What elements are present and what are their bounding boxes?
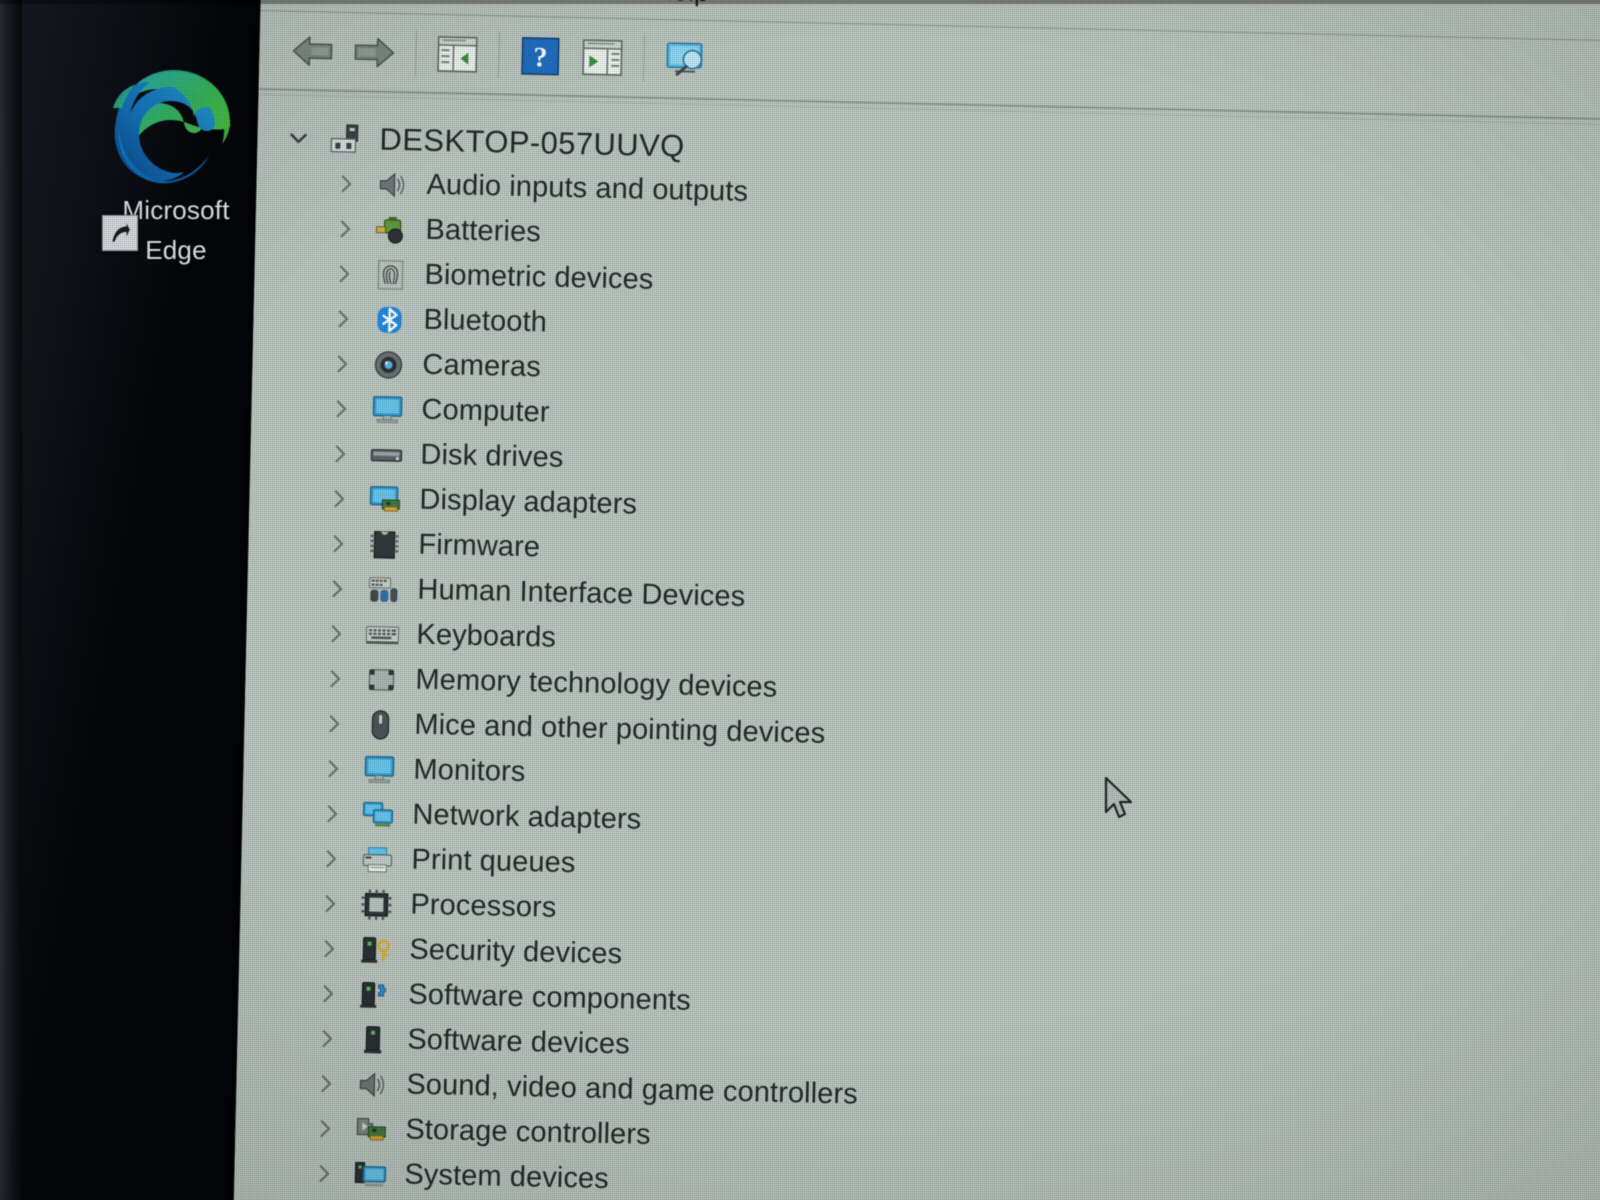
chevron-right-icon[interactable] — [320, 618, 351, 649]
disk-drive-icon — [366, 437, 407, 472]
chevron-right-icon[interactable] — [318, 708, 349, 739]
chevron-right-icon[interactable] — [315, 843, 346, 874]
chevron-right-icon[interactable] — [319, 663, 350, 694]
camera-icon — [368, 347, 409, 382]
forward-button[interactable] — [343, 21, 406, 84]
mouse-icon — [360, 707, 401, 742]
fingerprint-icon — [370, 257, 411, 292]
chevron-right-icon[interactable] — [308, 1158, 339, 1189]
tree-item-label: Computer — [421, 393, 550, 429]
back-button[interactable] — [281, 19, 344, 82]
tree-item-label: Network adapters — [412, 798, 642, 836]
monitor-icon — [367, 392, 408, 427]
computer-tower-icon — [325, 121, 366, 156]
toolbar-separator — [497, 32, 500, 79]
chevron-right-icon[interactable] — [311, 1023, 342, 1054]
tree-item-label: Processors — [410, 888, 557, 924]
storage-controller-icon — [351, 1112, 392, 1147]
chevron-right-icon[interactable] — [329, 213, 360, 244]
monitor-bezel — [0, 0, 22, 1200]
network-adapter-icon — [358, 797, 399, 832]
chevron-right-icon[interactable] — [312, 978, 343, 1009]
speaker-icon — [372, 167, 413, 202]
tree-item-label: Print queues — [411, 843, 576, 880]
chevron-right-icon[interactable] — [314, 888, 345, 919]
chevron-right-icon[interactable] — [316, 798, 347, 829]
tree-item-label: Batteries — [425, 213, 542, 249]
show-hide-console-tree-button[interactable] — [426, 23, 489, 86]
desktop-shortcut-microsoft-edge[interactable]: Microsoft Edge — [96, 62, 256, 271]
tree-item-label: Software devices — [407, 1023, 631, 1061]
scan-hardware-changes-button[interactable] — [654, 28, 717, 91]
tree-item-label: Audio inputs and outputs — [426, 168, 749, 208]
device-tree[interactable]: DESKTOP-057UUVQ Audio inputs and outputs — [232, 97, 1600, 1200]
tree-item-label: Keyboards — [416, 618, 557, 654]
chevron-right-icon[interactable] — [325, 393, 356, 424]
tree-item-label: Software components — [408, 978, 692, 1017]
chevron-right-icon[interactable] — [323, 483, 354, 514]
tree-item-label: Disk drives — [420, 438, 564, 474]
tree-item-label: Bluetooth — [423, 303, 548, 339]
chevron-right-icon[interactable] — [313, 933, 344, 964]
shortcut-arrow-icon — [102, 214, 138, 251]
memory-card-icon — [361, 662, 402, 697]
chevron-right-icon[interactable] — [322, 528, 353, 559]
tree-item-label: Memory technology devices — [415, 663, 778, 704]
software-device-icon — [353, 1022, 394, 1057]
chevron-right-icon[interactable] — [327, 303, 358, 334]
software-component-icon — [354, 977, 395, 1012]
edge-logo-icon — [112, 62, 240, 190]
chevron-right-icon[interactable] — [326, 348, 357, 379]
tree-item-label: System devices — [404, 1158, 610, 1196]
speaker-icon — [352, 1067, 393, 1102]
tree-item-label: Biometric devices — [424, 258, 654, 296]
tree-item-label: Firmware — [418, 528, 541, 564]
svg-text:?: ? — [533, 42, 548, 73]
printer-icon — [357, 842, 398, 877]
keyboard-icon — [362, 617, 403, 652]
root-label: DESKTOP-057UUVQ — [379, 121, 686, 163]
chevron-right-icon[interactable] — [330, 168, 361, 199]
tree-item-label: Cameras — [422, 348, 542, 384]
display-adapter-icon — [365, 482, 406, 517]
bluetooth-icon — [369, 302, 410, 337]
toolbar-separator — [642, 35, 645, 82]
tree-item-label: Security devices — [409, 933, 623, 971]
properties-button[interactable] — [571, 26, 634, 89]
tree-item-label: Storage controllers — [405, 1113, 652, 1151]
toolbar-separator — [414, 30, 417, 77]
battery-icon — [371, 212, 412, 247]
processor-icon — [356, 887, 397, 922]
screen-photo: Microsoft Edge File Action View Help — [0, 0, 1600, 1200]
security-key-icon — [355, 932, 396, 967]
tree-item-label: Human Interface Devices — [417, 573, 746, 613]
chevron-down-icon[interactable] — [283, 122, 314, 153]
tree-item-label: Mice and other pointing devices — [414, 708, 826, 750]
tree-item-label: Display adapters — [419, 483, 638, 521]
chevron-right-icon[interactable] — [317, 753, 348, 784]
chevron-right-icon[interactable] — [328, 258, 359, 289]
chevron-right-icon[interactable] — [310, 1068, 341, 1099]
monitor-icon — [359, 752, 400, 787]
chevron-right-icon[interactable] — [309, 1113, 340, 1144]
tree-item-label: Sound, video and game controllers — [406, 1068, 859, 1111]
hid-icon — [363, 572, 404, 607]
chevron-right-icon[interactable] — [324, 438, 355, 469]
system-device-icon — [350, 1157, 391, 1192]
chip-icon — [364, 527, 405, 562]
device-manager-window: File Action View Help — [232, 0, 1600, 1200]
photo-top-edge — [0, 0, 1600, 4]
chevron-right-icon[interactable] — [321, 573, 352, 604]
help-button[interactable]: ? — [509, 25, 572, 88]
tree-item-label: Monitors — [413, 753, 526, 789]
